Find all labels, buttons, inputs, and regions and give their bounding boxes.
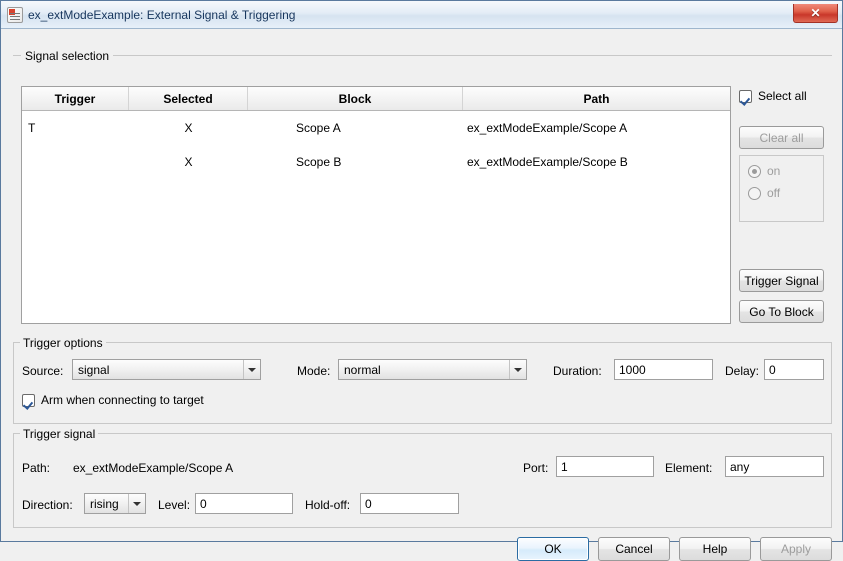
column-header-selected[interactable]: Selected [129,87,248,110]
arm-when-connecting-checkbox[interactable] [22,393,35,407]
port-label: Port: [523,461,549,475]
arm-when-connecting-label: Arm when connecting to target [41,393,204,407]
source-label: Source: [22,364,64,378]
table-header-row: Trigger Selected Block Path [22,87,730,111]
column-header-trigger[interactable]: Trigger [22,87,129,110]
cell-path[interactable]: ex_extModeExample/Scope B [463,145,730,179]
column-header-block[interactable]: Block [248,87,463,110]
signal-selection-table[interactable]: Trigger Selected Block Path T X Scope A … [21,86,731,324]
window-title: ex_extModeExample: External Signal & Tri… [28,7,296,22]
close-icon[interactable]: ✕ [793,4,838,23]
chevron-down-icon[interactable] [243,360,260,379]
dialog-window: ex_extModeExample: External Signal & Tri… [0,0,843,561]
mode-select[interactable]: normal [338,359,527,380]
trigger-options-legend: Trigger options [20,336,106,350]
title-bar: ex_extModeExample: External Signal & Tri… [1,1,842,29]
port-input[interactable]: 1 [556,456,654,477]
dialog-body: Signal selection Trigger Selected Block … [1,29,842,561]
trigger-signal-legend: Trigger signal [20,427,99,441]
column-header-path[interactable]: Path [463,87,730,110]
element-input[interactable]: any [725,456,824,477]
cell-selected[interactable]: X [129,111,248,145]
source-select[interactable]: signal [72,359,261,380]
radio-off-label: off [767,186,781,200]
source-select-value: signal [78,362,110,377]
chevron-down-icon[interactable] [509,360,526,379]
cell-block[interactable]: Scope B [248,145,463,179]
direction-select-value: rising [90,496,119,511]
signal-selection-divider [13,55,832,56]
radio-option-off[interactable]: off [748,186,823,200]
delay-input[interactable]: 0 [764,359,824,380]
cancel-button[interactable]: Cancel [598,537,670,561]
clear-all-button[interactable]: Clear all [739,126,824,149]
chevron-down-icon[interactable] [128,494,145,513]
radio-option-on[interactable]: on [748,164,823,178]
level-label: Level: [158,498,191,512]
mode-label: Mode: [297,364,331,378]
cell-block[interactable]: Scope A [248,111,463,145]
arm-when-connecting-row[interactable]: Arm when connecting to target [22,393,204,407]
cell-trigger[interactable] [22,145,129,179]
trigger-signal-group: Trigger signal Path: ex_extModeExample/S… [13,427,832,528]
select-all-checkbox[interactable] [739,89,752,103]
level-input[interactable]: 0 [195,493,293,514]
apply-button[interactable]: Apply [760,537,832,561]
help-button[interactable]: Help [679,537,751,561]
select-all-row[interactable]: Select all [739,89,807,103]
path-label: Path: [22,461,51,475]
on-off-radio-group: on off [739,155,824,222]
ok-button[interactable]: OK [517,537,589,561]
element-label: Element: [665,461,713,475]
holdoff-label: Hold-off: [305,498,351,512]
cell-path[interactable]: ex_extModeExample/Scope A [463,111,730,145]
select-all-label: Select all [758,89,807,103]
direction-label: Direction: [22,498,73,512]
duration-input[interactable]: 1000 [614,359,713,380]
holdoff-input[interactable]: 0 [360,493,459,514]
trigger-signal-button[interactable]: Trigger Signal [739,269,824,292]
radio-on-label: on [767,164,781,178]
table-row[interactable]: T X Scope A ex_extModeExample/Scope A [22,111,730,145]
table-row[interactable]: X Scope B ex_extModeExample/Scope B [22,145,730,179]
delay-label: Delay: [725,364,760,378]
radio-on-icon[interactable] [748,164,761,178]
duration-label: Duration: [553,364,602,378]
direction-select[interactable]: rising [84,493,146,514]
trigger-options-group: Trigger options Source: signal Mode: nor… [13,336,832,424]
path-value: ex_extModeExample/Scope A [73,461,234,475]
go-to-block-button[interactable]: Go To Block [739,300,824,323]
cell-selected[interactable]: X [129,145,248,179]
mode-select-value: normal [344,362,381,377]
matlab-figure-icon [7,6,23,23]
cell-trigger[interactable]: T [22,111,129,145]
radio-off-icon[interactable] [748,186,761,200]
signal-selection-legend: Signal selection [21,49,114,63]
